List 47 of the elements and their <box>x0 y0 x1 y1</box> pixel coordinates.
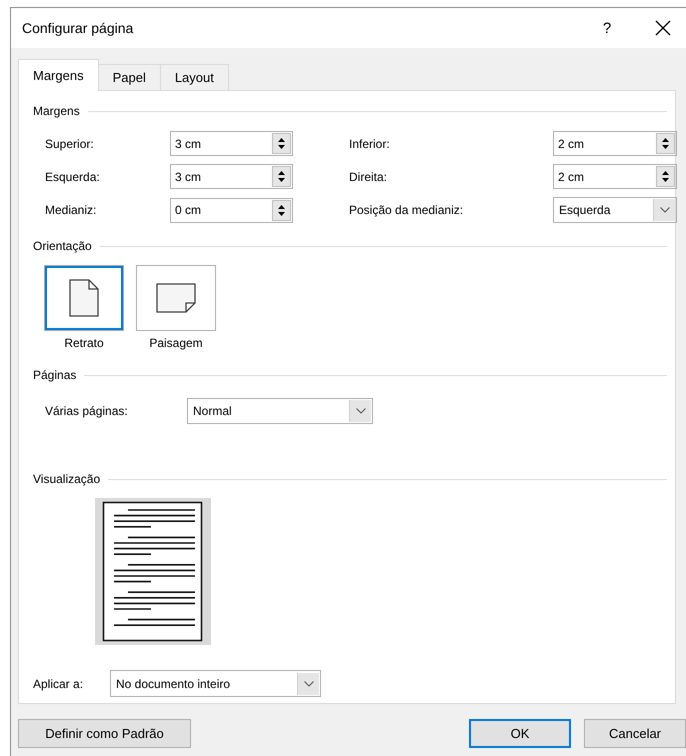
spin-button[interactable] <box>272 200 291 220</box>
group-title: Páginas <box>33 368 76 382</box>
chevron-down-icon <box>356 408 366 414</box>
orientation-button[interactable] <box>44 265 124 331</box>
spin-field[interactable]: 2 cm <box>553 164 677 189</box>
dropdown[interactable]: No documento inteiro <box>110 670 321 697</box>
group-title: Visualização <box>33 472 100 486</box>
field-label: Aplicar a: <box>33 676 84 690</box>
spin-button[interactable] <box>272 133 291 154</box>
set-default-button[interactable]: Definir como Padrão <box>18 719 191 748</box>
up-down-arrows-icon <box>277 170 286 183</box>
field-label: Posição da medianiz: <box>349 203 464 217</box>
group-title: Margens <box>33 104 80 118</box>
field-label: Várias páginas: <box>45 404 129 418</box>
dialog-button[interactable]: Cancelar <box>584 719 686 748</box>
dropdown[interactable]: Normal <box>187 398 373 424</box>
spin-field[interactable]: 2 cm <box>553 131 677 156</box>
field-label: Superior: <box>45 136 95 150</box>
chevron-down-icon <box>304 680 314 686</box>
spin-button[interactable] <box>272 166 291 187</box>
up-down-arrows-icon <box>277 204 286 216</box>
portrait-page-icon <box>69 279 99 317</box>
spin-field[interactable]: 3 cm <box>170 131 293 156</box>
field-label: Esquerda: <box>45 170 101 184</box>
field-label: Inferior: <box>349 136 391 150</box>
dialog-button[interactable]: OK <box>469 719 571 748</box>
field-label: Direita: <box>349 170 388 184</box>
up-down-arrows-icon <box>277 137 286 150</box>
option-label: Retrato <box>64 336 104 350</box>
group-title: Orientação <box>33 239 92 253</box>
chevron-down-icon <box>660 207 670 213</box>
up-down-arrows-icon <box>661 137 670 150</box>
spin-button[interactable] <box>656 166 675 187</box>
dropdown[interactable]: Esquerda <box>553 197 677 223</box>
close-icon[interactable] <box>655 20 671 36</box>
up-down-arrows-icon <box>661 170 670 183</box>
landscape-page-icon <box>156 283 196 313</box>
field-label: Medianiz: <box>45 203 98 217</box>
window-title: Configurar página <box>22 20 134 36</box>
help-button[interactable]: ? <box>597 20 617 36</box>
spin-field[interactable]: 0 cm <box>170 198 293 222</box>
tab[interactable]: Margens <box>18 59 99 91</box>
orientation-button[interactable] <box>136 265 216 331</box>
spin-field[interactable]: 3 cm <box>170 164 293 189</box>
spin-button[interactable] <box>656 133 675 154</box>
option-label: Paisagem <box>149 336 203 350</box>
tab[interactable]: Layout <box>160 64 229 90</box>
